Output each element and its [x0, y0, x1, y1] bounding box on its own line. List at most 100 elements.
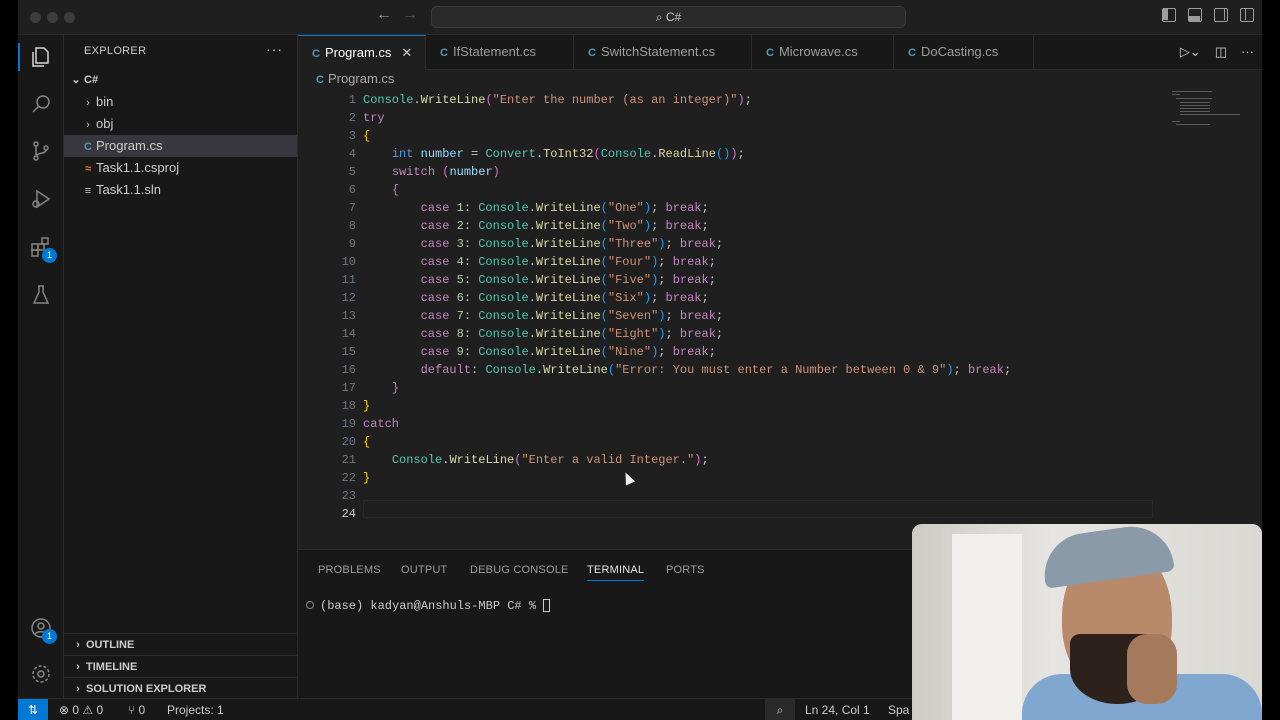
arrow-left-icon[interactable]: ← [376, 6, 392, 24]
arrow-right-icon[interactable]: → [402, 6, 418, 24]
rss-file-icon: ≈ [84, 163, 92, 175]
workspace-name: C# [665, 10, 682, 24]
remote-indicator-icon[interactable]: ⇅ [18, 699, 48, 720]
code-line: case 1: Console.WriteLine("One"); break; [420, 201, 709, 215]
code-line: case 4: Console.WriteLine("Four"); break… [420, 255, 716, 269]
close-window-button[interactable] [30, 12, 41, 23]
layout-controls [1162, 8, 1254, 22]
tree-item-sln[interactable]: ≡ Task1.1.sln [64, 179, 297, 201]
code-line: case 2: Console.WriteLine("Two"); break; [420, 219, 709, 233]
run-icon[interactable]: ▷⌄ [1180, 44, 1201, 60]
close-icon[interactable]: ✕ [401, 45, 412, 60]
terminal-line[interactable]: (base) kadyan@Anshuls-MBP C# % [306, 599, 551, 613]
timeline-section[interactable]: › TIMELINE [64, 655, 297, 677]
tree-item-label: Task1.1.sln [96, 182, 162, 197]
chevron-right-icon: › [86, 97, 90, 109]
outline-section[interactable]: › OUTLINE [64, 633, 297, 655]
testing-icon[interactable] [29, 283, 53, 307]
title-bar: ← → ⌕ C# [18, 0, 1262, 35]
tree-item-program-cs[interactable]: C Program.cs [64, 135, 297, 157]
toggle-secondary-sidebar-icon[interactable] [1214, 8, 1228, 22]
ports-status[interactable]: ⑂ 0 [128, 699, 145, 720]
gear-icon[interactable] [29, 662, 53, 686]
editor-actions: ▷⌄ ◫ ··· [1180, 44, 1254, 60]
problems-status[interactable]: ⊗ 0 ⚠ 0 [59, 699, 103, 720]
search-icon[interactable] [29, 92, 53, 116]
indentation-status[interactable]: Spa [888, 699, 909, 720]
line-number: 10 [341, 255, 356, 269]
split-editor-icon[interactable]: ◫ [1215, 44, 1227, 60]
section-label: SOLUTION EXPLORER [86, 683, 207, 695]
ports-count: 0 [138, 703, 146, 717]
code-line: try [363, 111, 385, 125]
line-number: 8 [348, 219, 356, 233]
command-center-search[interactable]: ⌕ C# [431, 6, 906, 28]
minimize-window-button[interactable] [47, 12, 58, 23]
tab-terminal[interactable]: TERMINAL [587, 564, 645, 581]
code-line: case 6: Console.WriteLine("Six"); break; [420, 291, 709, 305]
code-line: default: Console.WriteLine("Error: You m… [420, 363, 1012, 377]
minimap[interactable] [1172, 91, 1247, 127]
csharp-file-icon: C [440, 47, 448, 59]
line-number: 12 [341, 291, 356, 305]
line-number: 21 [341, 453, 356, 467]
code-line: case 3: Console.WriteLine("Three"); brea… [420, 237, 724, 251]
solution-explorer-section[interactable]: › SOLUTION EXPLORER [64, 677, 297, 699]
zoom-window-button[interactable] [64, 12, 75, 23]
line-number: 5 [348, 165, 356, 179]
search-icon: ⌕ [655, 10, 666, 24]
tree-item-label: bin [96, 94, 114, 109]
explorer-icon[interactable] [29, 45, 53, 69]
terminal-cursor [543, 599, 551, 613]
line-number: 16 [341, 363, 356, 377]
tree-item-label: obj [96, 116, 114, 131]
toggle-panel-icon[interactable] [1188, 8, 1202, 22]
tab-docasting[interactable]: C DoCasting.cs [894, 35, 1034, 70]
tab-debug-console[interactable]: DEBUG CONSOLE [470, 564, 569, 576]
projects-status[interactable]: Projects: 1 [167, 699, 224, 720]
csharp-file-icon: C [84, 141, 92, 153]
csharp-file-icon: C [908, 47, 916, 59]
code-line: { [391, 183, 400, 197]
cursor-position[interactable]: Ln 24, Col 1 [805, 699, 870, 720]
csharp-file-icon: C [766, 47, 774, 59]
webcam-overlay [912, 524, 1262, 720]
tab-output[interactable]: OUTPUT [401, 564, 447, 576]
line-number: 14 [341, 327, 356, 341]
accounts-icon[interactable]: 1 [29, 616, 57, 644]
line-number: 11 [341, 273, 356, 287]
customize-layout-icon[interactable] [1240, 8, 1254, 22]
line-number: 23 [341, 489, 356, 503]
workspace-root[interactable]: ⌄ C# [64, 69, 297, 91]
tree-item-bin[interactable]: › bin [64, 91, 297, 113]
line-number: 4 [348, 147, 356, 161]
extensions-icon[interactable]: 1 [29, 235, 57, 263]
tree-item-csproj[interactable]: ≈ Task1.1.csproj [64, 157, 297, 179]
more-actions-icon[interactable]: ··· [266, 41, 283, 57]
tab-switchstatement[interactable]: C SwitchStatement.cs [574, 35, 752, 70]
tree-item-label: Task1.1.csproj [96, 160, 180, 175]
breadcrumb[interactable]: C Program.cs [316, 71, 394, 89]
tree-item-obj[interactable]: › obj [64, 113, 297, 135]
tab-ports[interactable]: PORTS [666, 564, 705, 576]
zoom-icon[interactable]: ⌕ [765, 699, 795, 720]
more-actions-icon[interactable]: ··· [1241, 44, 1254, 60]
tab-problems[interactable]: PROBLEMS [318, 564, 381, 576]
code-line: catch [363, 417, 400, 431]
code-line: case 8: Console.WriteLine("Eight"); brea… [420, 327, 724, 341]
warning-count: 0 [96, 703, 104, 717]
workspace-root-label: C# [84, 74, 99, 86]
code-line: } [363, 399, 371, 413]
line-number: 13 [341, 309, 356, 323]
csharp-file-icon: C [312, 48, 320, 60]
line-number: 9 [348, 237, 356, 251]
code-editor[interactable]: 1 Console.WriteLine("Enter the number (as… [298, 89, 1262, 549]
source-control-icon[interactable] [29, 139, 53, 163]
tab-program-cs[interactable]: C Program.cs ✕ [298, 35, 426, 70]
toggle-sidebar-icon[interactable] [1162, 8, 1176, 22]
tab-microwave[interactable]: C Microwave.cs [752, 35, 894, 70]
tab-label: SwitchStatement.cs [600, 44, 716, 59]
tab-ifstatement[interactable]: C IfStatement.cs [426, 35, 574, 70]
list-file-icon: ≡ [84, 185, 92, 197]
run-debug-icon[interactable] [29, 187, 53, 211]
